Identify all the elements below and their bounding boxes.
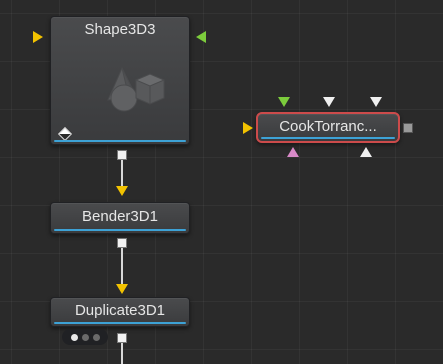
duplicate3d1-output-port[interactable]	[117, 333, 127, 343]
duplicate3d1-input-yellow[interactable]	[116, 284, 128, 294]
node-accent-line	[54, 229, 186, 231]
connection-wire	[121, 248, 123, 284]
cooktorrance-input-pink[interactable]	[287, 147, 299, 157]
cooktorrance-input-white[interactable]	[323, 97, 335, 107]
three-dots-icon[interactable]	[62, 329, 108, 345]
shape3d3-input-yellow[interactable]	[33, 31, 43, 43]
node-bender3d1[interactable]: Bender3D1	[50, 202, 190, 234]
dot	[70, 333, 78, 341]
shape3d3-output-port[interactable]	[117, 150, 127, 160]
dot	[92, 333, 100, 341]
node-title: Duplicate3D1	[74, 302, 166, 319]
bender3d1-input-yellow[interactable]	[116, 186, 128, 196]
node-title: Bender3D1	[82, 208, 158, 225]
node-accent-line	[54, 140, 186, 142]
cooktorrance-output-port[interactable]	[403, 123, 413, 133]
3d-shapes-icon	[107, 66, 166, 112]
diamond-icon	[57, 126, 73, 142]
cooktorrance-input-green[interactable]	[278, 97, 290, 107]
node-title: Shape3D3	[84, 21, 156, 38]
node-duplicate3d1[interactable]: Duplicate3D1	[50, 297, 190, 327]
connection-wire	[121, 160, 123, 186]
node-shape3d3[interactable]: Shape3D3	[50, 16, 190, 145]
cooktorrance-input-white[interactable]	[370, 97, 382, 107]
node-title: CookTorranc...	[279, 118, 377, 135]
cooktorrance-input-white[interactable]	[360, 147, 372, 157]
cooktorrance-input-yellow[interactable]	[243, 122, 253, 134]
node-cooktorrance[interactable]: CookTorranc...	[256, 112, 400, 143]
shape3d3-input-green[interactable]	[196, 31, 206, 43]
connection-wire	[121, 343, 123, 364]
node-accent-line	[54, 322, 186, 324]
bender3d1-output-port[interactable]	[117, 238, 127, 248]
flow-canvas[interactable]: Shape3D3 Bender3D1 Duplicate3D1 CookTorr…	[0, 0, 443, 364]
node-accent-line	[261, 137, 395, 139]
dot	[81, 333, 89, 341]
